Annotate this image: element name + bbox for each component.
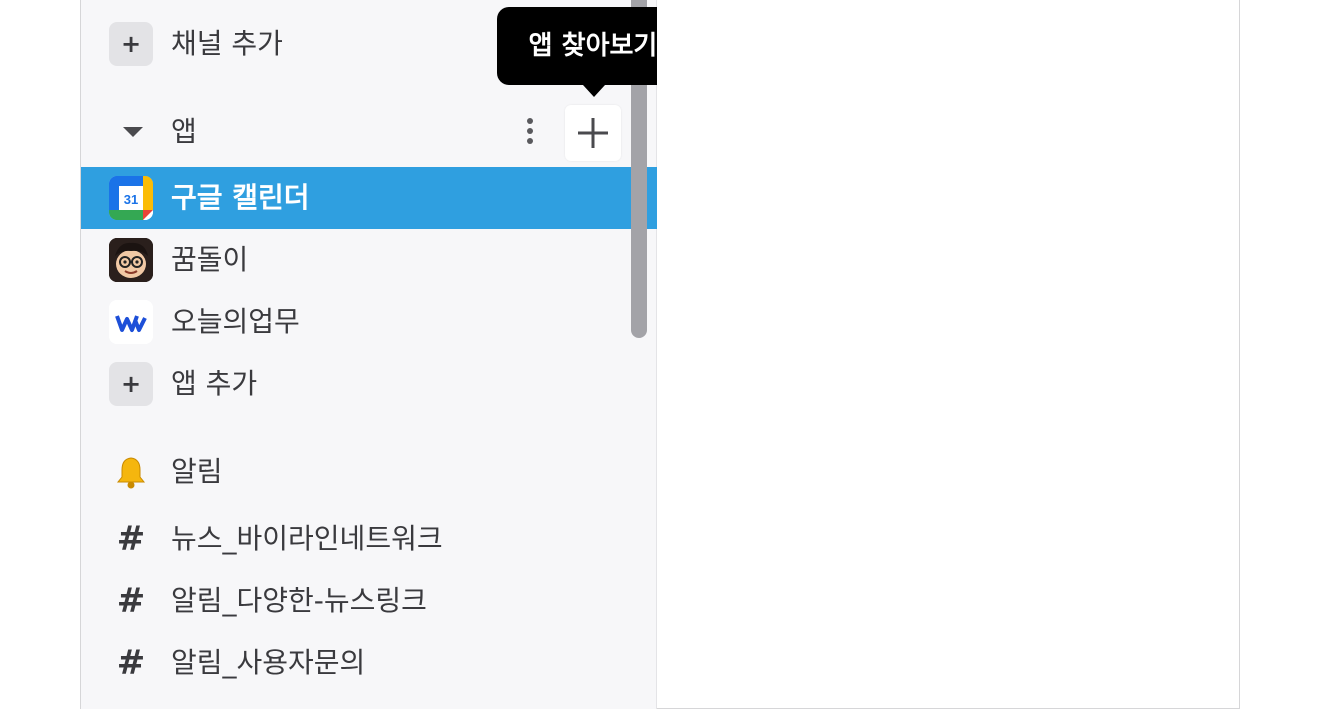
hash-icon: #	[116, 519, 146, 559]
plus-icon: +	[109, 362, 153, 406]
kkumdori-avatar-icon	[109, 238, 153, 282]
add-channel-label: 채널 추가	[171, 27, 283, 60]
apps-section-title: 앱	[171, 115, 197, 148]
sidebar-item-label: 뉴스_바이라인네트워크	[171, 522, 443, 555]
more-options-icon[interactable]	[521, 115, 539, 149]
sidebar-item-label: 구글 캘린더	[171, 181, 310, 214]
calendar-date-text: 31	[124, 192, 138, 207]
sidebar-item-label: 알림_다양한-뉴스링크	[171, 584, 427, 617]
works-logo-icon	[109, 300, 153, 344]
app-frame: + 채널 추가 앱 31 구글 캘린더 꿈돌이 오늘의업무 + 앱 추가 알림 …	[80, 0, 1240, 709]
sidebar: + 채널 추가 앱 31 구글 캘린더 꿈돌이 오늘의업무 + 앱 추가 알림 …	[81, 0, 689, 709]
sidebar-item-channel[interactable]: # 알림_다양한-뉴스링크	[81, 570, 657, 632]
browse-apps-button[interactable]	[565, 105, 621, 161]
tooltip-arrow	[583, 85, 605, 97]
add-app-button[interactable]: + 앱 추가	[81, 353, 657, 415]
sidebar-item-label: 꿈돌이	[171, 243, 249, 276]
google-calendar-icon: 31	[109, 176, 153, 220]
apps-section-header[interactable]: 앱	[81, 101, 657, 163]
caret-down-icon[interactable]	[123, 127, 143, 137]
sidebar-item-alerts[interactable]: 알림	[81, 441, 657, 503]
plus-icon	[578, 118, 608, 148]
sidebar-item-today-tasks[interactable]: 오늘의업무	[81, 291, 657, 353]
sidebar-item-channel[interactable]: # 뉴스_바이라인네트워크	[81, 508, 657, 570]
bell-icon	[109, 450, 153, 494]
main-content-area	[657, 0, 1239, 708]
plus-icon: +	[109, 22, 153, 66]
sidebar-item-label: 알림	[171, 455, 223, 488]
sidebar-item-label: 오늘의업무	[171, 305, 300, 338]
sidebar-item-kkumdori[interactable]: 꿈돌이	[81, 229, 657, 291]
hash-icon: #	[116, 643, 146, 683]
sidebar-item-channel[interactable]: # 알림_사용자문의	[81, 632, 657, 694]
hash-icon: #	[116, 581, 146, 621]
sidebar-item-label: 알림_사용자문의	[171, 646, 366, 679]
add-app-label: 앱 추가	[171, 367, 258, 400]
sidebar-item-google-calendar[interactable]: 31 구글 캘린더	[81, 167, 657, 229]
